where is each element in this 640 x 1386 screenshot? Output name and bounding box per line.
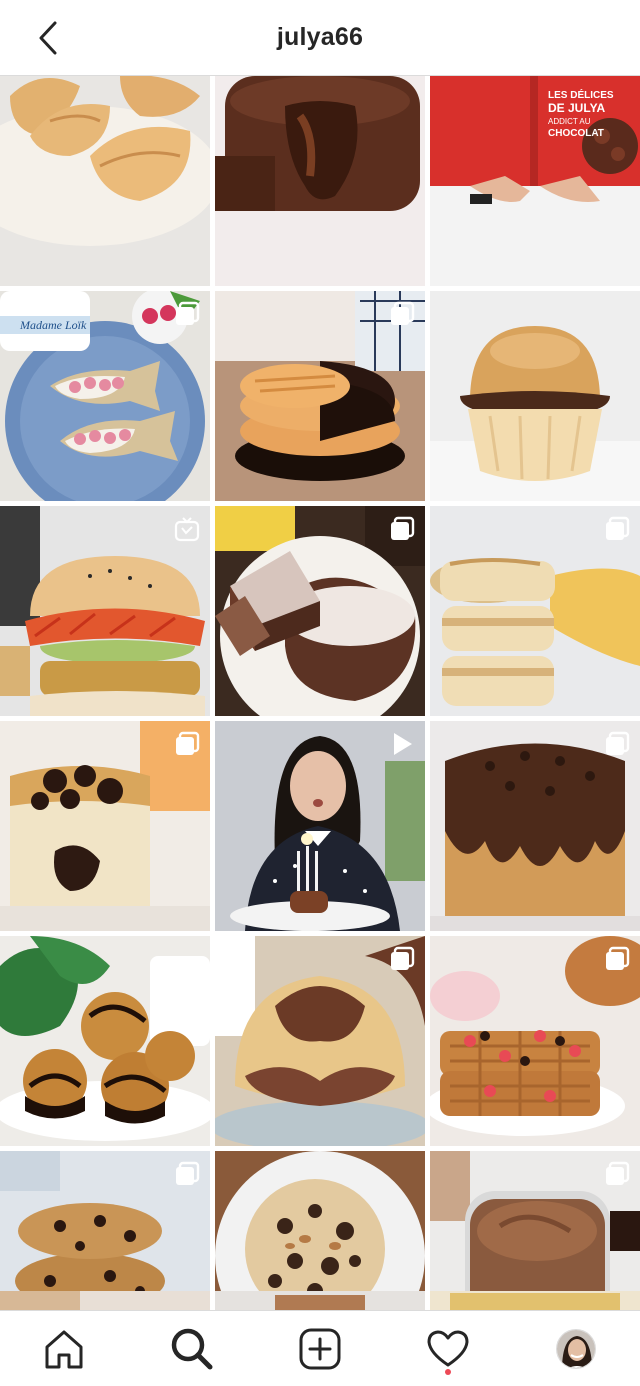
- grid-post-lava-cake[interactable]: [215, 76, 425, 286]
- avatar: [556, 1328, 596, 1369]
- grid-post-waffles[interactable]: [430, 936, 640, 1146]
- book-title-line-1: LES DÉLICES: [548, 88, 614, 101]
- carousel-icon: [391, 946, 415, 970]
- grid-post-oat-cookies[interactable]: [0, 1151, 210, 1310]
- tab-new-post[interactable]: [290, 1319, 350, 1379]
- book-title-line-4: CHOCOLAT: [548, 128, 604, 139]
- partial-image: [0, 1291, 210, 1310]
- bottom-tab-bar: [0, 1310, 640, 1386]
- tab-home[interactable]: [34, 1319, 94, 1379]
- grid-post-coconut-rochers[interactable]: [0, 936, 210, 1146]
- chevron-left-icon: [39, 21, 57, 55]
- carousel-icon: [391, 301, 415, 325]
- partial-image: [215, 1291, 425, 1310]
- grid-post-chocolate-loaf[interactable]: [0, 721, 210, 931]
- carousel-icon: [176, 731, 200, 755]
- grid-post-scones[interactable]: [430, 506, 640, 716]
- book-title-line-3: ADDICT AU: [548, 117, 591, 126]
- page-title: julya66: [276, 23, 364, 51]
- explore-grid: LES DÉLICES DE JULYA ADDICT AU CHOCOLAT …: [0, 76, 640, 1310]
- carousel-icon: [606, 1161, 630, 1185]
- tab-activity[interactable]: [418, 1319, 478, 1379]
- carousel-icon: [606, 516, 630, 540]
- grid-post-glazed-cake[interactable]: [430, 721, 640, 931]
- lava-cake-image: [215, 76, 425, 286]
- giant-cookie-image: [215, 1151, 425, 1310]
- search-icon: [171, 1328, 213, 1369]
- grid-post-croissants[interactable]: [0, 76, 210, 286]
- video-play-icon: [394, 733, 412, 755]
- igtv-icon: [174, 517, 200, 542]
- grid-post-veggie-burger[interactable]: [0, 506, 210, 716]
- grid-post-partial-1[interactable]: [0, 1291, 210, 1310]
- grid-post-filled-brioche[interactable]: [430, 291, 640, 501]
- carousel-icon: [176, 1161, 200, 1185]
- cookbook-image: LES DÉLICES DE JULYA ADDICT AU CHOCOLAT: [430, 76, 640, 286]
- tab-profile[interactable]: [546, 1319, 606, 1379]
- heart-icon: [427, 1330, 469, 1366]
- book-title-line-2: DE JULYA: [548, 101, 605, 115]
- profile-photo: [557, 1329, 595, 1368]
- filled-brioche-image: [430, 291, 640, 501]
- tab-search[interactable]: [162, 1319, 222, 1379]
- coconut-rochers-image: [0, 936, 210, 1146]
- grid-post-birthday-video[interactable]: [215, 721, 425, 931]
- home-icon: [45, 1330, 83, 1368]
- carousel-icon: [606, 946, 630, 970]
- carousel-icon: [606, 731, 630, 755]
- grid-post-cookbook[interactable]: LES DÉLICES DE JULYA ADDICT AU CHOCOLAT: [430, 76, 640, 286]
- carousel-icon: [391, 516, 415, 540]
- partial-image: [430, 1291, 640, 1310]
- grid-post-partial-2[interactable]: [215, 1291, 425, 1310]
- grid-post-marble-madeleine[interactable]: [215, 936, 425, 1146]
- product-label: Madame Loïk: [19, 318, 87, 332]
- grid-post-giant-cookie[interactable]: [215, 1151, 425, 1310]
- croissants-image: [0, 76, 210, 286]
- notification-dot: [445, 1368, 451, 1375]
- grid-post-chocolate-cake[interactable]: [215, 506, 425, 716]
- back-button[interactable]: [28, 20, 68, 56]
- carousel-icon: [176, 301, 200, 325]
- grid-post-partial-3[interactable]: [430, 1291, 640, 1310]
- add-post-icon: [299, 1328, 341, 1369]
- grid-post-dipped-cookies[interactable]: [215, 291, 425, 501]
- grid-post-fish-toasts[interactable]: Madame Loïk: [0, 291, 210, 501]
- top-header: julya66: [0, 0, 640, 76]
- grid-post-mousse-jar[interactable]: [430, 1151, 640, 1310]
